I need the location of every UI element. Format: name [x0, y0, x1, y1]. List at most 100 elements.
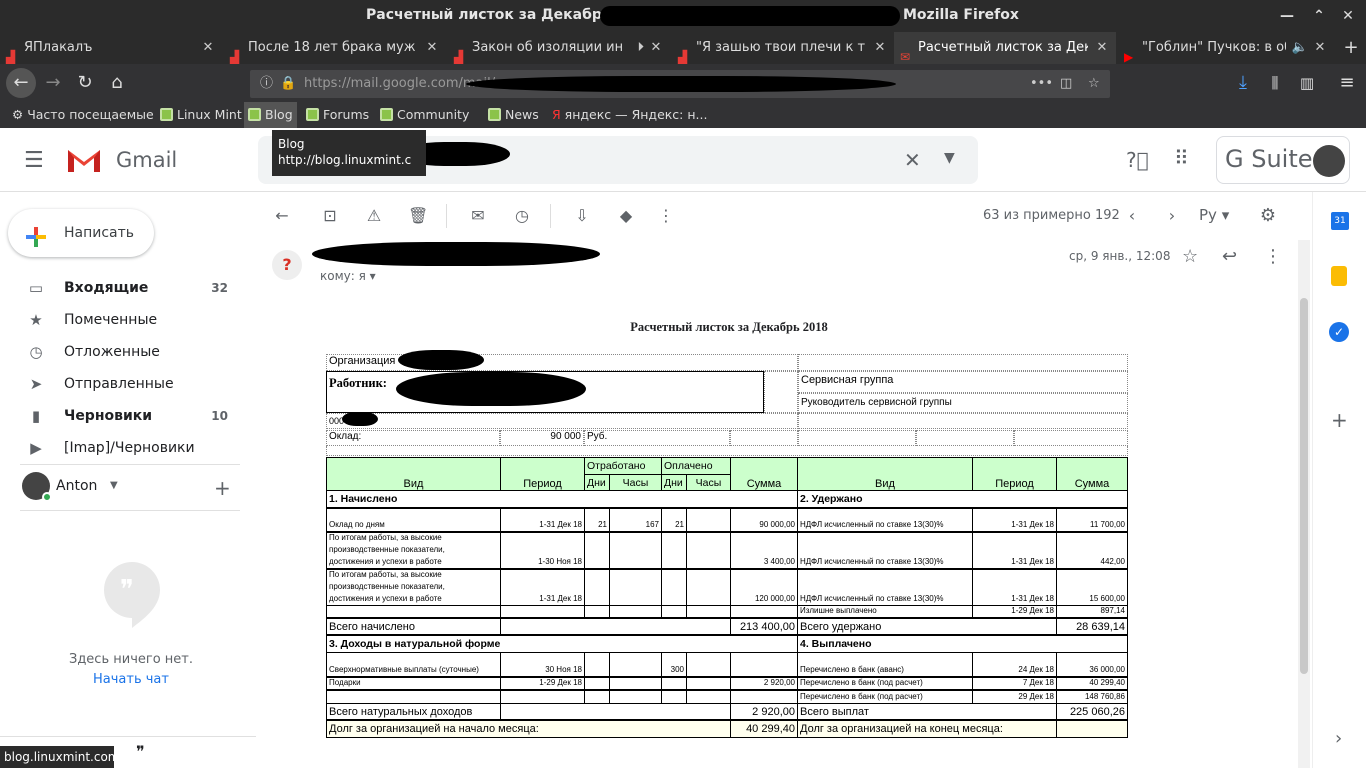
draft-icon: ▮: [31, 407, 41, 425]
mint-icon: [380, 108, 393, 121]
clear-search-icon[interactable]: ✕: [904, 148, 921, 172]
tab-close-icon[interactable]: ✕: [1312, 32, 1328, 64]
report-spam-icon[interactable]: ⚠: [364, 206, 384, 226]
tab-close-icon[interactable]: ✕: [648, 32, 664, 64]
pocket-icon[interactable]: ◫: [1060, 70, 1072, 98]
main-menu-icon[interactable]: ☰: [24, 148, 44, 173]
hangouts-user[interactable]: Anton: [56, 478, 97, 494]
newer-icon[interactable]: ‹: [1122, 206, 1142, 226]
home-icon[interactable]: ⌂: [102, 68, 132, 98]
bookmark-blog[interactable]: Blog: [244, 102, 297, 128]
download-icon[interactable]: ⤓: [1228, 68, 1258, 98]
menu-icon[interactable]: ≡: [1332, 68, 1362, 98]
hangouts-tab-icon[interactable]: ❞: [136, 742, 145, 761]
accrual-d-cell: 21: [584, 508, 610, 532]
delete-icon[interactable]: 🗑: [408, 206, 428, 226]
add-on-icon[interactable]: +: [1331, 408, 1348, 432]
empty-cell: [609, 652, 662, 677]
search-options-icon[interactable]: ▼: [944, 150, 955, 166]
keep-icon[interactable]: [1331, 266, 1347, 286]
status-bar: blog.linuxmint.com: [0, 746, 119, 768]
accrual-type-line: производственные показатели,: [329, 545, 445, 554]
sidebar-icon[interactable]: ▥: [1292, 68, 1322, 98]
tab-close-icon[interactable]: ✕: [1094, 32, 1110, 64]
compose-button[interactable]: Написать: [8, 209, 154, 257]
bookmark-community[interactable]: Community: [380, 102, 469, 128]
total-paid-label: Всего выплат: [797, 703, 1057, 720]
more-icon[interactable]: ⋮: [656, 206, 676, 226]
bookmark-yandex[interactable]: Я яндекс — Яндекс: н...: [552, 102, 707, 128]
close-window-icon[interactable]: ✕: [1338, 6, 1358, 26]
play-icon[interactable]: ⏵: [638, 32, 645, 64]
star-message-icon[interactable]: ☆: [1182, 246, 1198, 267]
bookmark-most-visited[interactable]: ⚙ Часто посещаемые: [12, 102, 154, 128]
bookmark-forums[interactable]: Forums: [306, 102, 369, 128]
reload-icon[interactable]: ↻: [70, 68, 100, 98]
message-more-icon[interactable]: ⋮: [1264, 246, 1282, 267]
move-to-icon[interactable]: ⇩: [572, 206, 592, 226]
sidebar-item-drafts[interactable]: ▮ Черновики 10: [0, 400, 256, 432]
snooze-icon[interactable]: ◷: [512, 206, 532, 226]
archive-icon[interactable]: ⊡: [320, 206, 340, 226]
sidebar-item-starred[interactable]: ★ Помеченные: [0, 304, 256, 336]
help-icon[interactable]: ?⃝: [1126, 148, 1149, 172]
bookmark-star-icon[interactable]: ☆: [1088, 70, 1100, 98]
info-icon[interactable]: ⓘ: [260, 70, 273, 98]
forward-icon[interactable]: →: [38, 68, 68, 98]
tab-article-1[interactable]: ▟ После 18 лет брака муж и с ✕: [224, 32, 446, 64]
user-dropdown-icon[interactable]: ▼: [110, 480, 118, 491]
mark-unread-icon[interactable]: ✉: [468, 206, 488, 226]
tab-close-icon[interactable]: ✕: [872, 32, 888, 64]
accrual-value: 1-31 Дек 18: [539, 594, 582, 603]
labels-icon[interactable]: ◆: [616, 206, 636, 226]
tasks-icon[interactable]: ✓: [1329, 322, 1349, 342]
yandex-icon: Я: [552, 107, 565, 122]
bookmark-news[interactable]: News: [488, 102, 539, 128]
reply-icon[interactable]: ↩: [1222, 246, 1237, 267]
mint-icon: [248, 108, 261, 121]
input-tools-button[interactable]: Ру ▾: [1199, 206, 1229, 224]
tab-yaplakal[interactable]: ▟ ЯПлакалъ ✕: [0, 32, 222, 64]
expand-panel-icon[interactable]: ›: [1335, 728, 1342, 749]
older-icon[interactable]: ›: [1162, 206, 1182, 226]
tab-close-icon[interactable]: ✕: [200, 32, 216, 64]
deduction-period-cell: 1-31 Дек 18: [972, 532, 1057, 569]
bookmark-linux-mint[interactable]: Linux Mint: [160, 102, 242, 128]
accrual-period-cell: 1-31 Дек 18: [500, 569, 585, 606]
star-icon: ★: [29, 311, 43, 329]
tab-article-2[interactable]: ▟ Закон об изоляции инте ⏵ ✕: [448, 32, 670, 64]
maximize-icon[interactable]: ⌃: [1309, 6, 1329, 26]
speaker-icon[interactable]: 🔈: [1292, 32, 1308, 64]
tab-close-icon[interactable]: ✕: [424, 32, 440, 64]
empty-cell: [730, 605, 798, 618]
sidebar-item-snoozed[interactable]: ◷ Отложенные: [0, 336, 256, 368]
back-icon[interactable]: ←: [6, 68, 36, 98]
sidebar-item-sent[interactable]: ➤ Отправленные: [0, 368, 256, 400]
start-chat-link[interactable]: Начать чат: [0, 672, 262, 687]
recipient-text[interactable]: кому: я ▾: [320, 269, 376, 283]
settings-gear-icon[interactable]: ⚙: [1258, 206, 1278, 226]
tab-gmail[interactable]: ✉ Расчетный листок за Декабрь ✕: [894, 32, 1116, 64]
accrual-type-line: достижения и успехи в работе: [329, 594, 442, 603]
back-to-inbox-icon[interactable]: ←: [272, 206, 292, 226]
calendar-icon[interactable]: 31: [1331, 212, 1349, 230]
gmail-logo-icon[interactable]: [66, 146, 102, 174]
sidebar-item-inbox[interactable]: ▭ Входящие 32: [0, 272, 256, 304]
url-bar[interactable]: ⓘ 🔒 https://mail.google.com/mail/ ••• ◫ …: [250, 70, 1110, 98]
minimize-icon[interactable]: —: [1277, 6, 1297, 26]
scrollbar-thumb[interactable]: [1300, 298, 1308, 674]
tab-youtube[interactable]: ▶ "Гоблин" Пучков: в обще 🔈 ✕: [1118, 32, 1334, 64]
tab-article-3[interactable]: ▟ "Я зашью твои плечи к тво ✕: [672, 32, 894, 64]
deduction-value: 1-29 Дек 18: [1011, 606, 1054, 615]
total-in-kind-value: 2 920,00: [730, 703, 798, 720]
library-icon[interactable]: ⫼: [1260, 68, 1290, 98]
account-button[interactable]: G Suite: [1216, 136, 1350, 184]
new-tab-button[interactable]: +: [1336, 32, 1366, 64]
deduction-vid-cell: НДФЛ исчисленный по ставке 13(30)%: [797, 532, 973, 569]
accrual-value: 90 000,00: [759, 520, 795, 529]
window-title: Расчетный листок за Декабрь 20: [366, 7, 636, 23]
sidebar-item-imap-drafts[interactable]: ▶ [Imap]/Черновики: [0, 432, 256, 464]
page-actions-icon[interactable]: •••: [1030, 70, 1053, 98]
add-contact-icon[interactable]: +: [214, 476, 231, 500]
apps-icon[interactable]: ⠿: [1174, 146, 1189, 170]
